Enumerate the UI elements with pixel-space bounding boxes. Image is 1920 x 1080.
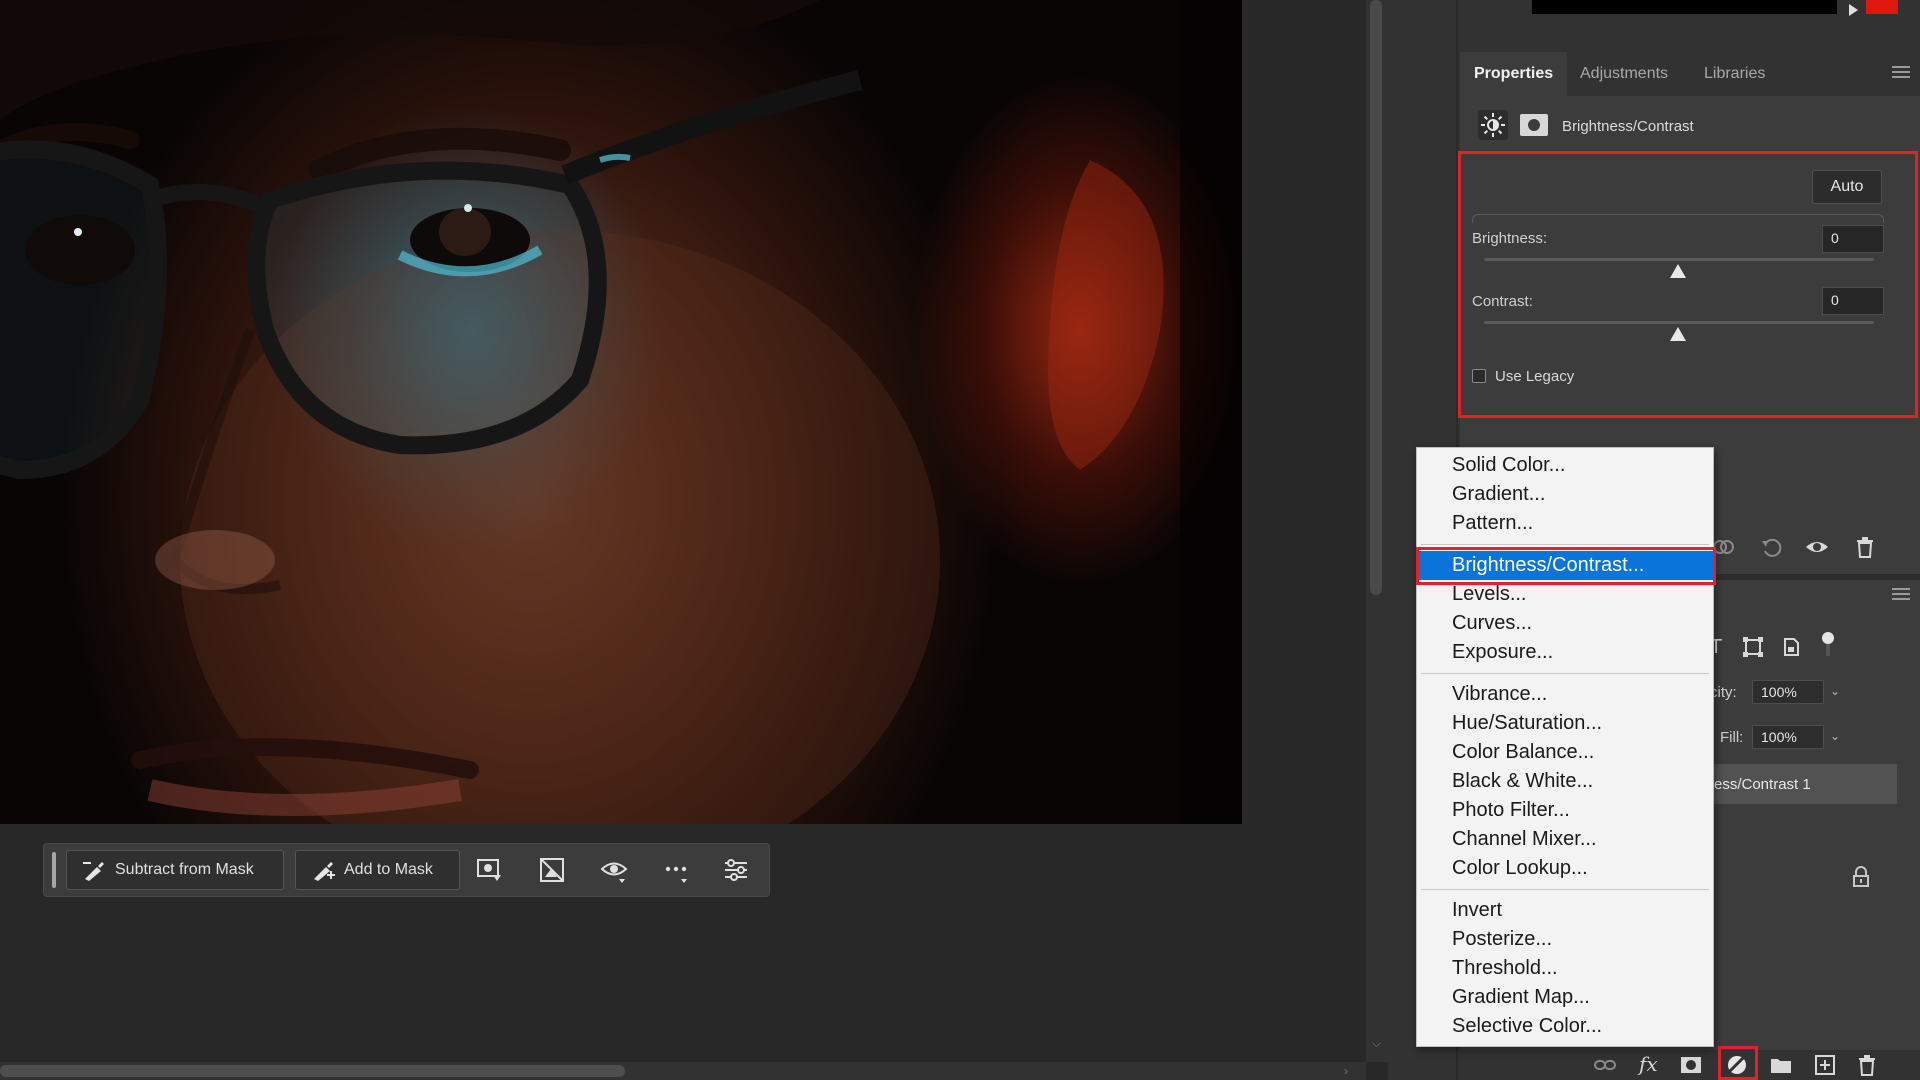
contrast-value-field[interactable]: 0	[1822, 287, 1884, 315]
menu-item-curves[interactable]: Curves...	[1417, 609, 1713, 638]
tab-libraries[interactable]: Libraries	[1690, 52, 1779, 96]
fill-field[interactable]: 100%	[1752, 725, 1824, 749]
filter-toggle-stem	[1826, 644, 1830, 656]
brightness-label: Brightness:	[1472, 230, 1548, 247]
link-layers-icon[interactable]	[1592, 1052, 1618, 1078]
highlight-box-menu-item	[1416, 547, 1716, 585]
play-arrow-icon[interactable]	[1849, 4, 1858, 16]
add-mask-icon[interactable]	[1678, 1052, 1704, 1078]
trash-icon[interactable]	[1852, 534, 1878, 560]
opacity-dropdown-icon[interactable]: ⌄	[1830, 684, 1840, 698]
opacity-label: city:	[1710, 684, 1737, 701]
menu-item-channel-mixer[interactable]: Channel Mixer...	[1417, 825, 1713, 854]
mask-options-icon[interactable]	[474, 854, 506, 886]
menu-separator	[1421, 544, 1709, 545]
drag-handle[interactable]	[52, 852, 56, 888]
contrast-slider-track[interactable]	[1484, 321, 1874, 324]
section-outline	[1472, 214, 1884, 223]
brush-minus-icon	[83, 862, 104, 881]
fill-label: Fill:	[1720, 729, 1744, 746]
contrast-label: Contrast:	[1472, 293, 1533, 310]
eye-visibility-icon[interactable]	[598, 854, 630, 886]
subtract-from-mask-label: Subtract from Mask	[115, 861, 254, 878]
fill-dropdown-icon[interactable]: ⌄	[1830, 729, 1840, 743]
add-to-mask-label: Add to Mask	[344, 861, 433, 878]
transform-filter-icon[interactable]	[1740, 634, 1766, 660]
contrast-slider-thumb[interactable]	[1670, 327, 1686, 341]
brush-plus-icon	[314, 862, 335, 881]
adjustment-layer-menu: Solid Color... Gradient... Pattern... Br…	[1416, 447, 1714, 1047]
color-swatch-strip[interactable]	[1532, 0, 1837, 14]
menu-item-gradient[interactable]: Gradient...	[1417, 480, 1713, 509]
menu-item-selective-color[interactable]: Selective Color...	[1417, 1012, 1713, 1041]
new-group-icon[interactable]	[1768, 1052, 1794, 1078]
brightness-sun-icon	[1478, 110, 1508, 140]
brightness-value-field[interactable]: 0	[1822, 225, 1884, 253]
portrait-photo[interactable]	[0, 0, 1242, 824]
opacity-field[interactable]: 100%	[1752, 680, 1824, 704]
menu-item-exposure[interactable]: Exposure...	[1417, 638, 1713, 667]
reset-icon[interactable]	[1759, 534, 1785, 560]
menu-item-gradient-map[interactable]: Gradient Map...	[1417, 983, 1713, 1012]
menu-item-threshold[interactable]: Threshold...	[1417, 954, 1713, 983]
vertical-scroll-thumb[interactable]	[1370, 0, 1382, 595]
menu-separator	[1421, 673, 1709, 674]
menu-item-black-white[interactable]: Black & White...	[1417, 767, 1713, 796]
add-to-mask-button[interactable]: Add to Mask	[295, 850, 460, 890]
contextual-task-bar: Subtract from Mask Add to Mask	[43, 843, 770, 897]
new-layer-icon[interactable]	[1812, 1052, 1838, 1078]
subtract-from-mask-button[interactable]: Subtract from Mask	[66, 850, 284, 890]
smart-object-filter-icon[interactable]	[1778, 634, 1804, 660]
menu-separator	[1421, 889, 1709, 890]
settings-sliders-icon[interactable]	[720, 854, 752, 886]
foreground-color-swatch[interactable]	[1866, 0, 1898, 14]
highlight-box-adjustment-button	[1718, 1046, 1758, 1080]
menu-item-invert[interactable]: Invert	[1417, 896, 1713, 925]
horizontal-scroll-thumb[interactable]	[0, 1065, 625, 1077]
scroll-right-arrow-icon[interactable]: ›	[1344, 1064, 1348, 1078]
use-legacy-checkbox[interactable]	[1472, 369, 1486, 383]
filter-toggle-icon[interactable]	[1822, 632, 1834, 644]
brightness-slider-track[interactable]	[1484, 258, 1874, 261]
menu-item-hue-saturation[interactable]: Hue/Saturation...	[1417, 709, 1713, 738]
auto-button[interactable]: Auto	[1812, 170, 1882, 204]
lock-icon[interactable]	[1848, 864, 1874, 890]
menu-item-photo-filter[interactable]: Photo Filter...	[1417, 796, 1713, 825]
eye-icon[interactable]	[1804, 534, 1830, 560]
fx-icon[interactable]: fx	[1639, 1052, 1658, 1076]
invert-mask-icon[interactable]	[536, 854, 568, 886]
menu-item-solid-color[interactable]: Solid Color...	[1417, 451, 1713, 480]
panel-menu-icon[interactable]	[1892, 66, 1910, 78]
menu-item-color-lookup[interactable]: Color Lookup...	[1417, 854, 1713, 883]
brightness-slider-thumb[interactable]	[1670, 264, 1686, 278]
tab-properties[interactable]: Properties	[1460, 52, 1568, 96]
layer-name[interactable]: ess/Contrast 1	[1714, 776, 1811, 793]
more-options-icon[interactable]	[660, 854, 692, 886]
menu-item-pattern[interactable]: Pattern...	[1417, 509, 1713, 538]
delete-layer-icon[interactable]	[1854, 1052, 1880, 1078]
use-legacy-label: Use Legacy	[1495, 368, 1575, 385]
menu-item-vibrance[interactable]: Vibrance...	[1417, 680, 1713, 709]
tab-adjustments[interactable]: Adjustments	[1566, 52, 1682, 96]
scroll-down-arrow-icon[interactable]: ⌵	[1372, 1036, 1381, 1051]
adjustment-title: Brightness/Contrast	[1562, 118, 1694, 135]
layers-panel-menu-icon[interactable]	[1892, 588, 1910, 600]
menu-item-color-balance[interactable]: Color Balance...	[1417, 738, 1713, 767]
menu-item-posterize[interactable]: Posterize...	[1417, 925, 1713, 954]
layer-mask-icon[interactable]	[1520, 114, 1548, 136]
